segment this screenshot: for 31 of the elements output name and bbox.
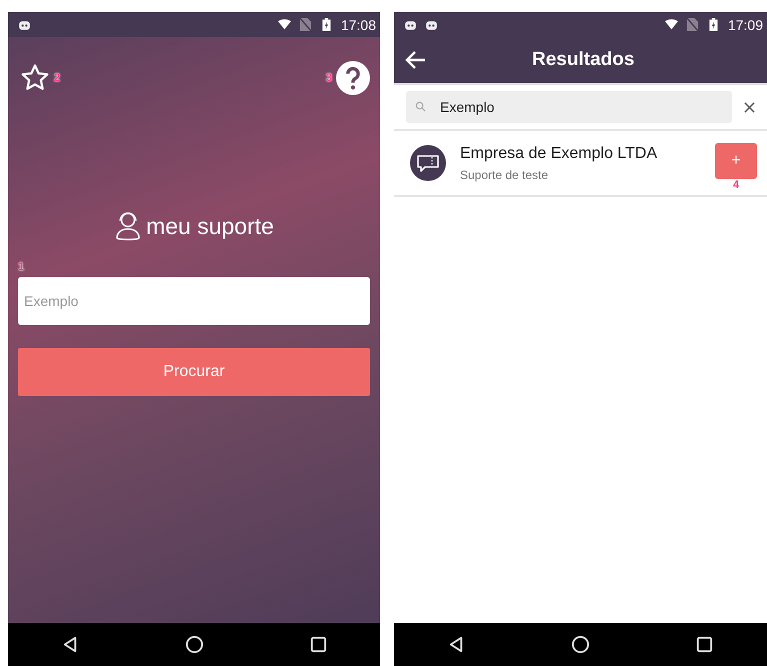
home-icon[interactable] (570, 635, 590, 654)
close-icon[interactable] (744, 102, 755, 112)
clock: 17:08 (340, 16, 377, 32)
company-subtitle: Suporte de teste (460, 168, 550, 182)
annotation-number: 4 (732, 179, 740, 191)
recents-icon[interactable] (695, 635, 714, 654)
battery-icon (706, 18, 720, 31)
android-icon (18, 19, 31, 30)
search-field[interactable]: Exemplo (406, 91, 732, 123)
no-sim-icon (686, 18, 699, 31)
battery-icon (320, 18, 333, 31)
help-icon[interactable] (336, 61, 370, 95)
headset-person-icon (114, 211, 142, 241)
clock: 17:09 (728, 16, 764, 32)
logo-text: meu suporte (146, 212, 274, 240)
wifi-icon (278, 18, 291, 31)
search-field[interactable]: Exemplo (18, 277, 370, 325)
home-icon[interactable] (184, 635, 204, 654)
no-sim-icon (298, 18, 312, 31)
screen-title: Resultados (532, 49, 634, 71)
company-name: Empresa de Exemplo LTDA (460, 144, 658, 162)
annotation-number: 1 (18, 261, 24, 273)
chat-ticket-icon (410, 145, 446, 181)
recents-icon[interactable] (308, 635, 328, 654)
android-icon (425, 19, 438, 30)
star-icon[interactable] (20, 63, 50, 93)
search-icon (415, 101, 426, 112)
annotation-number: 3 (326, 72, 332, 84)
annotation-number: 2 (54, 72, 60, 84)
wifi-icon (664, 18, 678, 31)
android-icon (404, 19, 417, 30)
